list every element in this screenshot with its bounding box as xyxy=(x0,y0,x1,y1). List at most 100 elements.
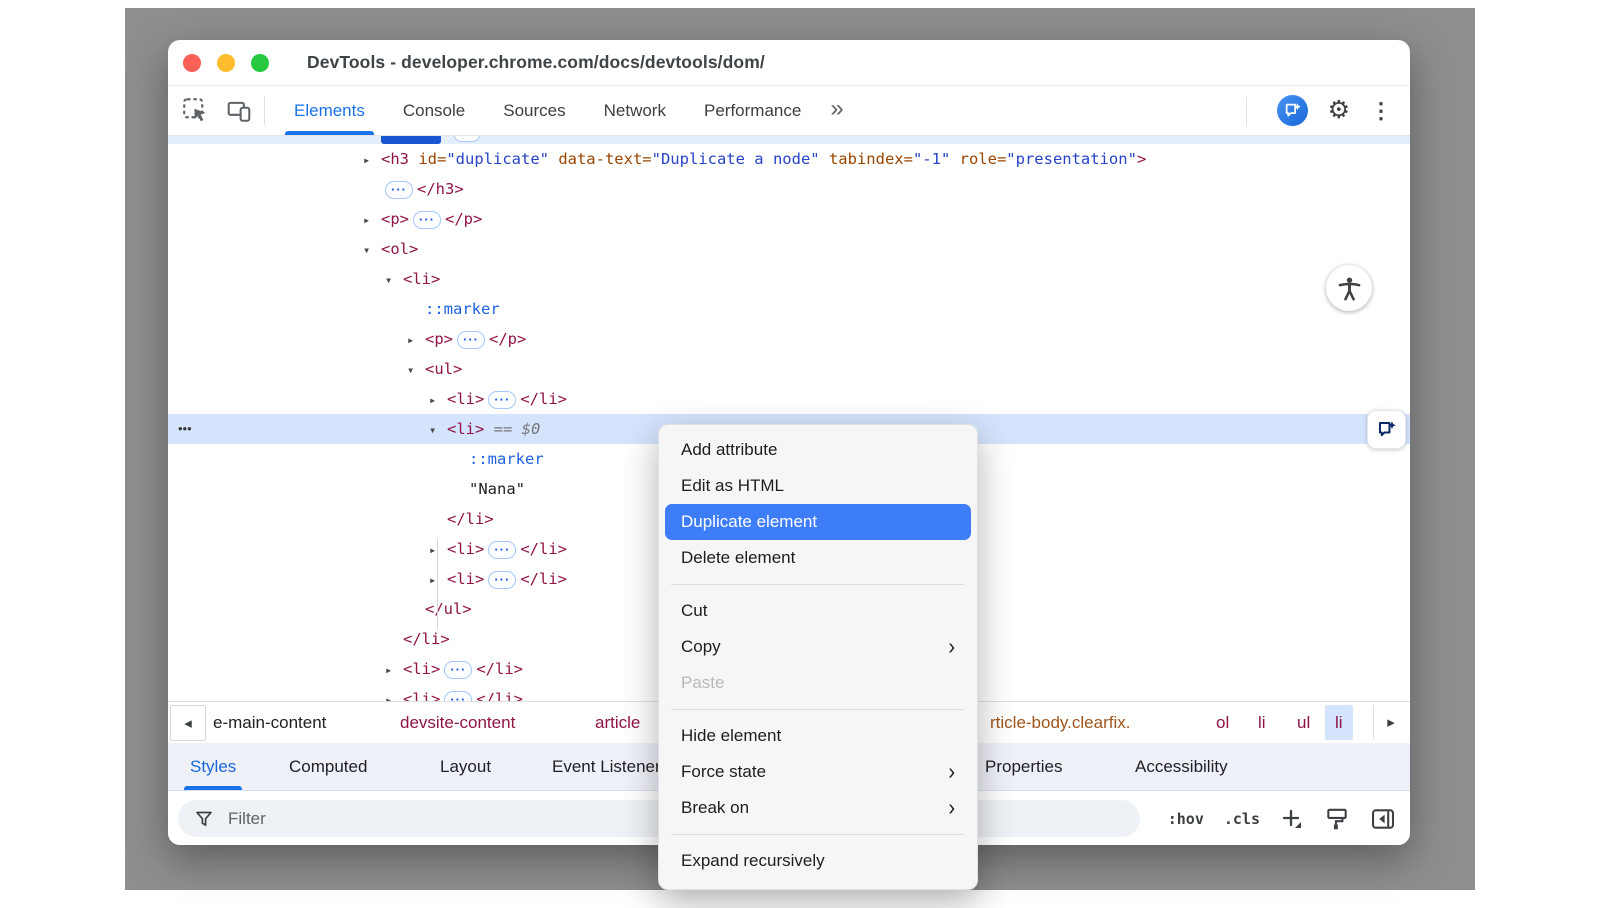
more-tabs-chevron-icon[interactable]: » xyxy=(820,95,853,123)
token-tag: </h3> xyxy=(417,180,464,198)
settings-gear-icon[interactable]: ⚙ xyxy=(1328,98,1350,123)
sidebar-tab-properties[interactable]: Properties xyxy=(985,743,1062,790)
disclosure-right-icon[interactable]: ▸ xyxy=(363,145,381,175)
disclosure-right-icon[interactable]: ▸ xyxy=(385,655,403,685)
menu-item-collapse-children[interactable]: Collapse children xyxy=(659,879,977,890)
dom-tree-row[interactable]: ▸<h3 id="duplicate" data-text="Duplicate… xyxy=(168,144,1410,174)
new-style-rule-plus-icon[interactable] xyxy=(1280,807,1304,831)
pseudo-state-toggle[interactable]: :hov xyxy=(1168,810,1204,828)
dom-tree-row[interactable]: ···</ xyxy=(168,136,1410,144)
dom-tree-row[interactable]: ::marker xyxy=(168,294,1410,324)
minimize-window-button[interactable] xyxy=(217,54,235,72)
collapsed-content-ellipsis-button[interactable]: ··· xyxy=(488,391,516,409)
disclosure-right-icon[interactable]: ▸ xyxy=(429,385,447,415)
collapsed-content-ellipsis-button[interactable]: ··· xyxy=(444,691,472,702)
collapsed-content-ellipsis-button[interactable]: ··· xyxy=(444,661,472,679)
dom-tree-row[interactable]: ▾<ol> xyxy=(168,234,1410,264)
menu-item-label: Paste xyxy=(681,673,724,693)
inspect-element-icon[interactable] xyxy=(180,96,210,126)
dom-tree-row[interactable]: ▾<ul> xyxy=(168,354,1410,384)
token-val: "presentation" xyxy=(1006,150,1137,168)
tab-network[interactable]: Network xyxy=(585,86,685,135)
disclosure-right-icon[interactable]: ▸ xyxy=(363,205,381,235)
zoom-window-button[interactable] xyxy=(251,54,269,72)
accessibility-person-icon[interactable] xyxy=(1326,265,1372,311)
token-hint: == $0 xyxy=(484,420,540,438)
token-tag: <ol> xyxy=(381,240,418,258)
element-class-toggle[interactable]: .cls xyxy=(1224,810,1260,828)
breadcrumb-item-selected[interactable]: li xyxy=(1325,705,1353,740)
collapsed-content-ellipsis-button[interactable]: ··· xyxy=(413,211,441,229)
menu-item-expand-recursively[interactable]: Expand recursively xyxy=(659,843,977,879)
disclosure-down-icon[interactable]: ▾ xyxy=(429,415,447,445)
menu-separator xyxy=(659,576,977,593)
token-tag: <p> xyxy=(425,330,453,348)
token-tag: </ul> xyxy=(425,600,472,618)
close-window-button[interactable] xyxy=(183,54,201,72)
collapsed-content-ellipsis-button[interactable]: ··· xyxy=(457,331,485,349)
sidebar-tab-computed[interactable]: Computed xyxy=(289,743,367,790)
breadcrumb-item[interactable]: ol xyxy=(1216,702,1229,743)
token-attr: data-text= xyxy=(549,150,652,168)
dom-tree-row[interactable]: ···</h3> xyxy=(168,174,1410,204)
token-tag: </li> xyxy=(520,570,567,588)
sidebar-tab-event-listeners[interactable]: Event Listeners xyxy=(552,743,669,790)
device-toolbar-icon[interactable] xyxy=(224,96,254,126)
menu-item-add-attribute[interactable]: Add attribute xyxy=(659,432,977,468)
disclosure-right-icon[interactable]: ▸ xyxy=(429,565,447,595)
sidebar-tab-styles[interactable]: Styles xyxy=(190,743,236,790)
more-options-kebab-icon[interactable]: ⋮ xyxy=(1370,100,1392,122)
collapsed-content-ellipsis-button[interactable]: ··· xyxy=(488,541,516,559)
breadcrumb-scroll-left-button[interactable]: ◂ xyxy=(170,705,206,741)
breadcrumb-item[interactable]: e-main-content xyxy=(213,702,326,743)
sidebar-tab-layout[interactable]: Layout xyxy=(440,743,491,790)
menu-item-label: Cut xyxy=(681,601,707,621)
rendering-brush-icon[interactable] xyxy=(1324,806,1350,832)
menu-item-hide-element[interactable]: Hide element xyxy=(659,718,977,754)
menu-item-edit-as-html[interactable]: Edit as HTML xyxy=(659,468,977,504)
breadcrumb-item[interactable]: article xyxy=(595,702,640,743)
token-tag: <li> xyxy=(403,270,440,288)
disclosure-right-icon[interactable]: ▸ xyxy=(429,535,447,565)
menu-item-copy[interactable]: Copy› xyxy=(659,629,977,665)
disclosure-down-icon[interactable]: ▾ xyxy=(385,265,403,295)
tab-elements[interactable]: Elements xyxy=(275,86,384,135)
token-tag: <li> xyxy=(447,570,484,588)
dom-tree-row[interactable]: ▸<li>···</li> xyxy=(168,384,1410,414)
row-ai-assistant-button[interactable] xyxy=(1367,410,1406,449)
disclosure-down-icon[interactable]: ▾ xyxy=(363,235,381,265)
token-tag: </li> xyxy=(403,630,450,648)
breadcrumb-item[interactable]: li xyxy=(1258,702,1266,743)
token-tag: <p> xyxy=(381,210,409,228)
collapsed-content-ellipsis-button[interactable]: ··· xyxy=(385,181,413,199)
disclosure-right-icon[interactable]: ▸ xyxy=(385,685,403,701)
menu-item-break-on[interactable]: Break on› xyxy=(659,790,977,826)
toolbar-divider xyxy=(264,97,265,125)
sidebar-tab-accessibility[interactable]: Accessibility xyxy=(1135,743,1228,790)
menu-item-label: Expand recursively xyxy=(681,851,825,871)
token-tag: </p> xyxy=(489,330,526,348)
dom-tree-row[interactable]: ▸<p>···</p> xyxy=(168,204,1410,234)
collapsed-content-ellipsis-button[interactable]: ··· xyxy=(453,136,481,142)
dom-tree-row[interactable]: ▸<p>···</p> xyxy=(168,324,1410,354)
tab-performance[interactable]: Performance xyxy=(685,86,820,135)
breadcrumb-item[interactable]: devsite-content xyxy=(400,702,515,743)
token-tag: <ul> xyxy=(425,360,462,378)
menu-item-cut[interactable]: Cut xyxy=(659,593,977,629)
menu-item-force-state[interactable]: Force state› xyxy=(659,754,977,790)
disclosure-down-icon[interactable]: ▾ xyxy=(407,355,425,385)
sidebar-toggle-icon[interactable] xyxy=(1370,806,1396,832)
tab-sources[interactable]: Sources xyxy=(484,86,584,135)
menu-item-delete-element[interactable]: Delete element xyxy=(659,540,977,576)
breadcrumb-scroll-right-button[interactable]: ▸ xyxy=(1373,705,1408,739)
disclosure-right-icon[interactable]: ▸ xyxy=(407,325,425,355)
tab-console[interactable]: Console xyxy=(384,86,484,135)
breadcrumb-item[interactable]: ul xyxy=(1297,702,1310,743)
menu-item-label: Force state xyxy=(681,762,766,782)
dom-tree-row[interactable]: ▾<li> xyxy=(168,264,1410,294)
breadcrumb-item[interactable]: rticle-body.clearfix. xyxy=(990,702,1130,743)
menu-item-label: Add attribute xyxy=(681,440,777,460)
menu-item-duplicate-element[interactable]: Duplicate element xyxy=(665,504,971,540)
collapsed-content-ellipsis-button[interactable]: ··· xyxy=(488,571,516,589)
ai-assistant-icon[interactable] xyxy=(1277,95,1308,126)
